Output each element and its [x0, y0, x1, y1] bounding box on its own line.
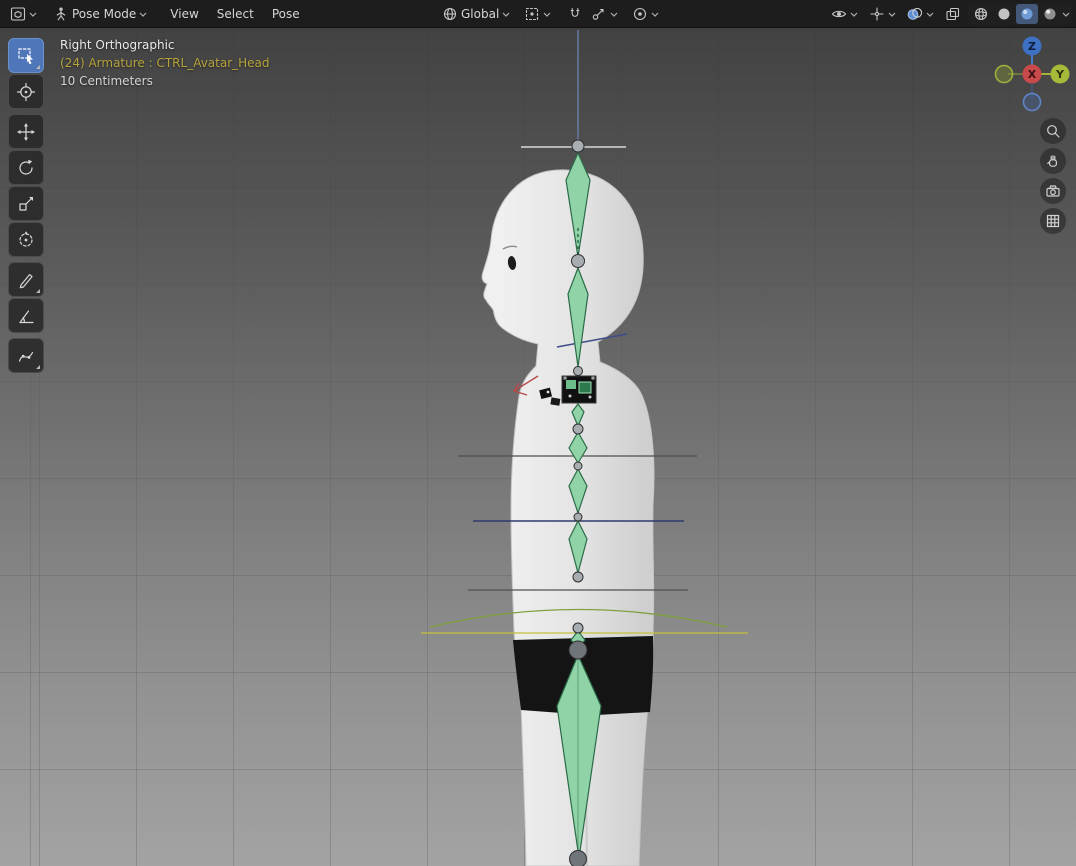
view-label: Right Orthographic: [60, 38, 175, 52]
chevron-down-icon: [29, 10, 37, 18]
shading-material-preview-button[interactable]: [1016, 4, 1038, 24]
camera-icon: [1046, 185, 1060, 197]
orientation-dropdown[interactable]: Global: [438, 4, 514, 24]
gadget-dot-2: [588, 395, 592, 399]
scene-canvas[interactable]: [0, 0, 1076, 866]
shading-solid-button[interactable]: [993, 4, 1015, 24]
shading-wireframe-button[interactable]: [970, 4, 992, 24]
chevron-down-icon: [651, 10, 659, 18]
tool-annotate[interactable]: [8, 262, 44, 297]
active-object-label: (24) Armature : CTRL_Avatar_Head: [60, 56, 270, 70]
menu-bar: View Select Pose: [161, 4, 308, 24]
mode-dropdown[interactable]: Pose Mode: [49, 4, 151, 24]
magnifier-icon: [1047, 125, 1060, 138]
shading-options-chevron-icon[interactable]: [1062, 10, 1070, 18]
chevron-down-icon: [502, 10, 510, 18]
gadget-cell-2: [578, 381, 592, 394]
shading-mode-group: [968, 3, 1072, 25]
pose-mode-icon: [53, 6, 69, 22]
axis-z-label: Z: [1028, 40, 1036, 53]
black-widget-2[interactable]: [550, 397, 561, 406]
tool-sidebar: [8, 38, 44, 378]
axis-navigation-gizmo[interactable]: Z Y X: [994, 36, 1070, 112]
chevron-down-icon: [139, 10, 147, 18]
show-gizmos-icon: [869, 6, 885, 22]
axis-neg-y-ball[interactable]: [994, 64, 1014, 84]
object-visibility-dropdown[interactable]: [827, 4, 862, 24]
viewport-display-cluster: [827, 0, 1072, 28]
widget-dot: [546, 390, 550, 394]
tool-cursor[interactable]: [8, 74, 44, 109]
gadget-dot-1: [568, 394, 572, 398]
editor-type-3d-viewport-icon: [10, 6, 26, 22]
tool-measure[interactable]: [8, 298, 44, 333]
menu-pose[interactable]: Pose: [263, 4, 309, 24]
orientation-label: Global: [461, 7, 500, 21]
tool-scale[interactable]: [8, 186, 44, 221]
editor-type-dropdown[interactable]: [6, 4, 41, 24]
grid-icon: [1046, 214, 1060, 228]
chevron-down-icon: [888, 10, 896, 18]
viewport-text-overlay: Right Orthographic (24) Armature : CTRL_…: [60, 36, 270, 90]
hand-icon: [1047, 155, 1058, 167]
menu-select[interactable]: Select: [208, 4, 263, 24]
orientation-global-icon: [442, 6, 458, 22]
toggle-xray-icon: [945, 6, 961, 22]
chevron-down-icon: [850, 10, 858, 18]
object-visibility-icon: [831, 6, 847, 22]
pivot-point-icon: [524, 6, 540, 22]
snap-toggle[interactable]: [563, 4, 587, 24]
shading-rendered-button[interactable]: [1039, 4, 1061, 24]
pivot-point-dropdown[interactable]: [520, 4, 555, 24]
toggle-xray-button[interactable]: [941, 4, 965, 24]
tool-pose-breakdowner[interactable]: [8, 338, 44, 373]
pan-button[interactable]: [1040, 148, 1066, 174]
chevron-down-icon: [610, 10, 618, 18]
axis-neg-z-ball[interactable]: [1022, 92, 1042, 112]
transform-settings-cluster: Global: [438, 0, 663, 28]
zoom-button[interactable]: [1040, 118, 1066, 144]
tool-transform[interactable]: [8, 222, 44, 257]
toggle-orthographic-button[interactable]: [1040, 208, 1066, 234]
viewport-header: Pose Mode View Select Pose Global: [0, 0, 1076, 28]
show-overlays-icon: [907, 6, 923, 22]
proportional-editing-icon: [632, 6, 648, 22]
snap-magnet-icon: [567, 6, 583, 22]
show-overlays-dropdown[interactable]: [903, 4, 938, 24]
axis-y-label: Y: [1055, 68, 1065, 81]
viewport-nav-column: [1040, 118, 1066, 234]
grid-scale-label: 10 Centimeters: [60, 74, 153, 88]
mode-label: Pose Mode: [72, 6, 137, 21]
chevron-down-icon: [543, 10, 551, 18]
tool-select-box[interactable]: [8, 38, 44, 73]
snap-with-icon: [591, 6, 607, 22]
chevron-down-icon: [926, 10, 934, 18]
gadget-cell-1: [566, 380, 576, 389]
menu-view[interactable]: View: [161, 4, 207, 24]
camera-view-button[interactable]: [1040, 178, 1066, 204]
snap-target-dropdown[interactable]: [587, 4, 622, 24]
axis-x-label: X: [1028, 68, 1037, 81]
tool-rotate[interactable]: [8, 150, 44, 185]
gadget-joint-l: [562, 375, 568, 381]
show-gizmos-dropdown[interactable]: [865, 4, 900, 24]
tool-move[interactable]: [8, 114, 44, 149]
proportional-editing-dropdown[interactable]: [628, 4, 663, 24]
gadget-joint-r: [590, 375, 596, 381]
